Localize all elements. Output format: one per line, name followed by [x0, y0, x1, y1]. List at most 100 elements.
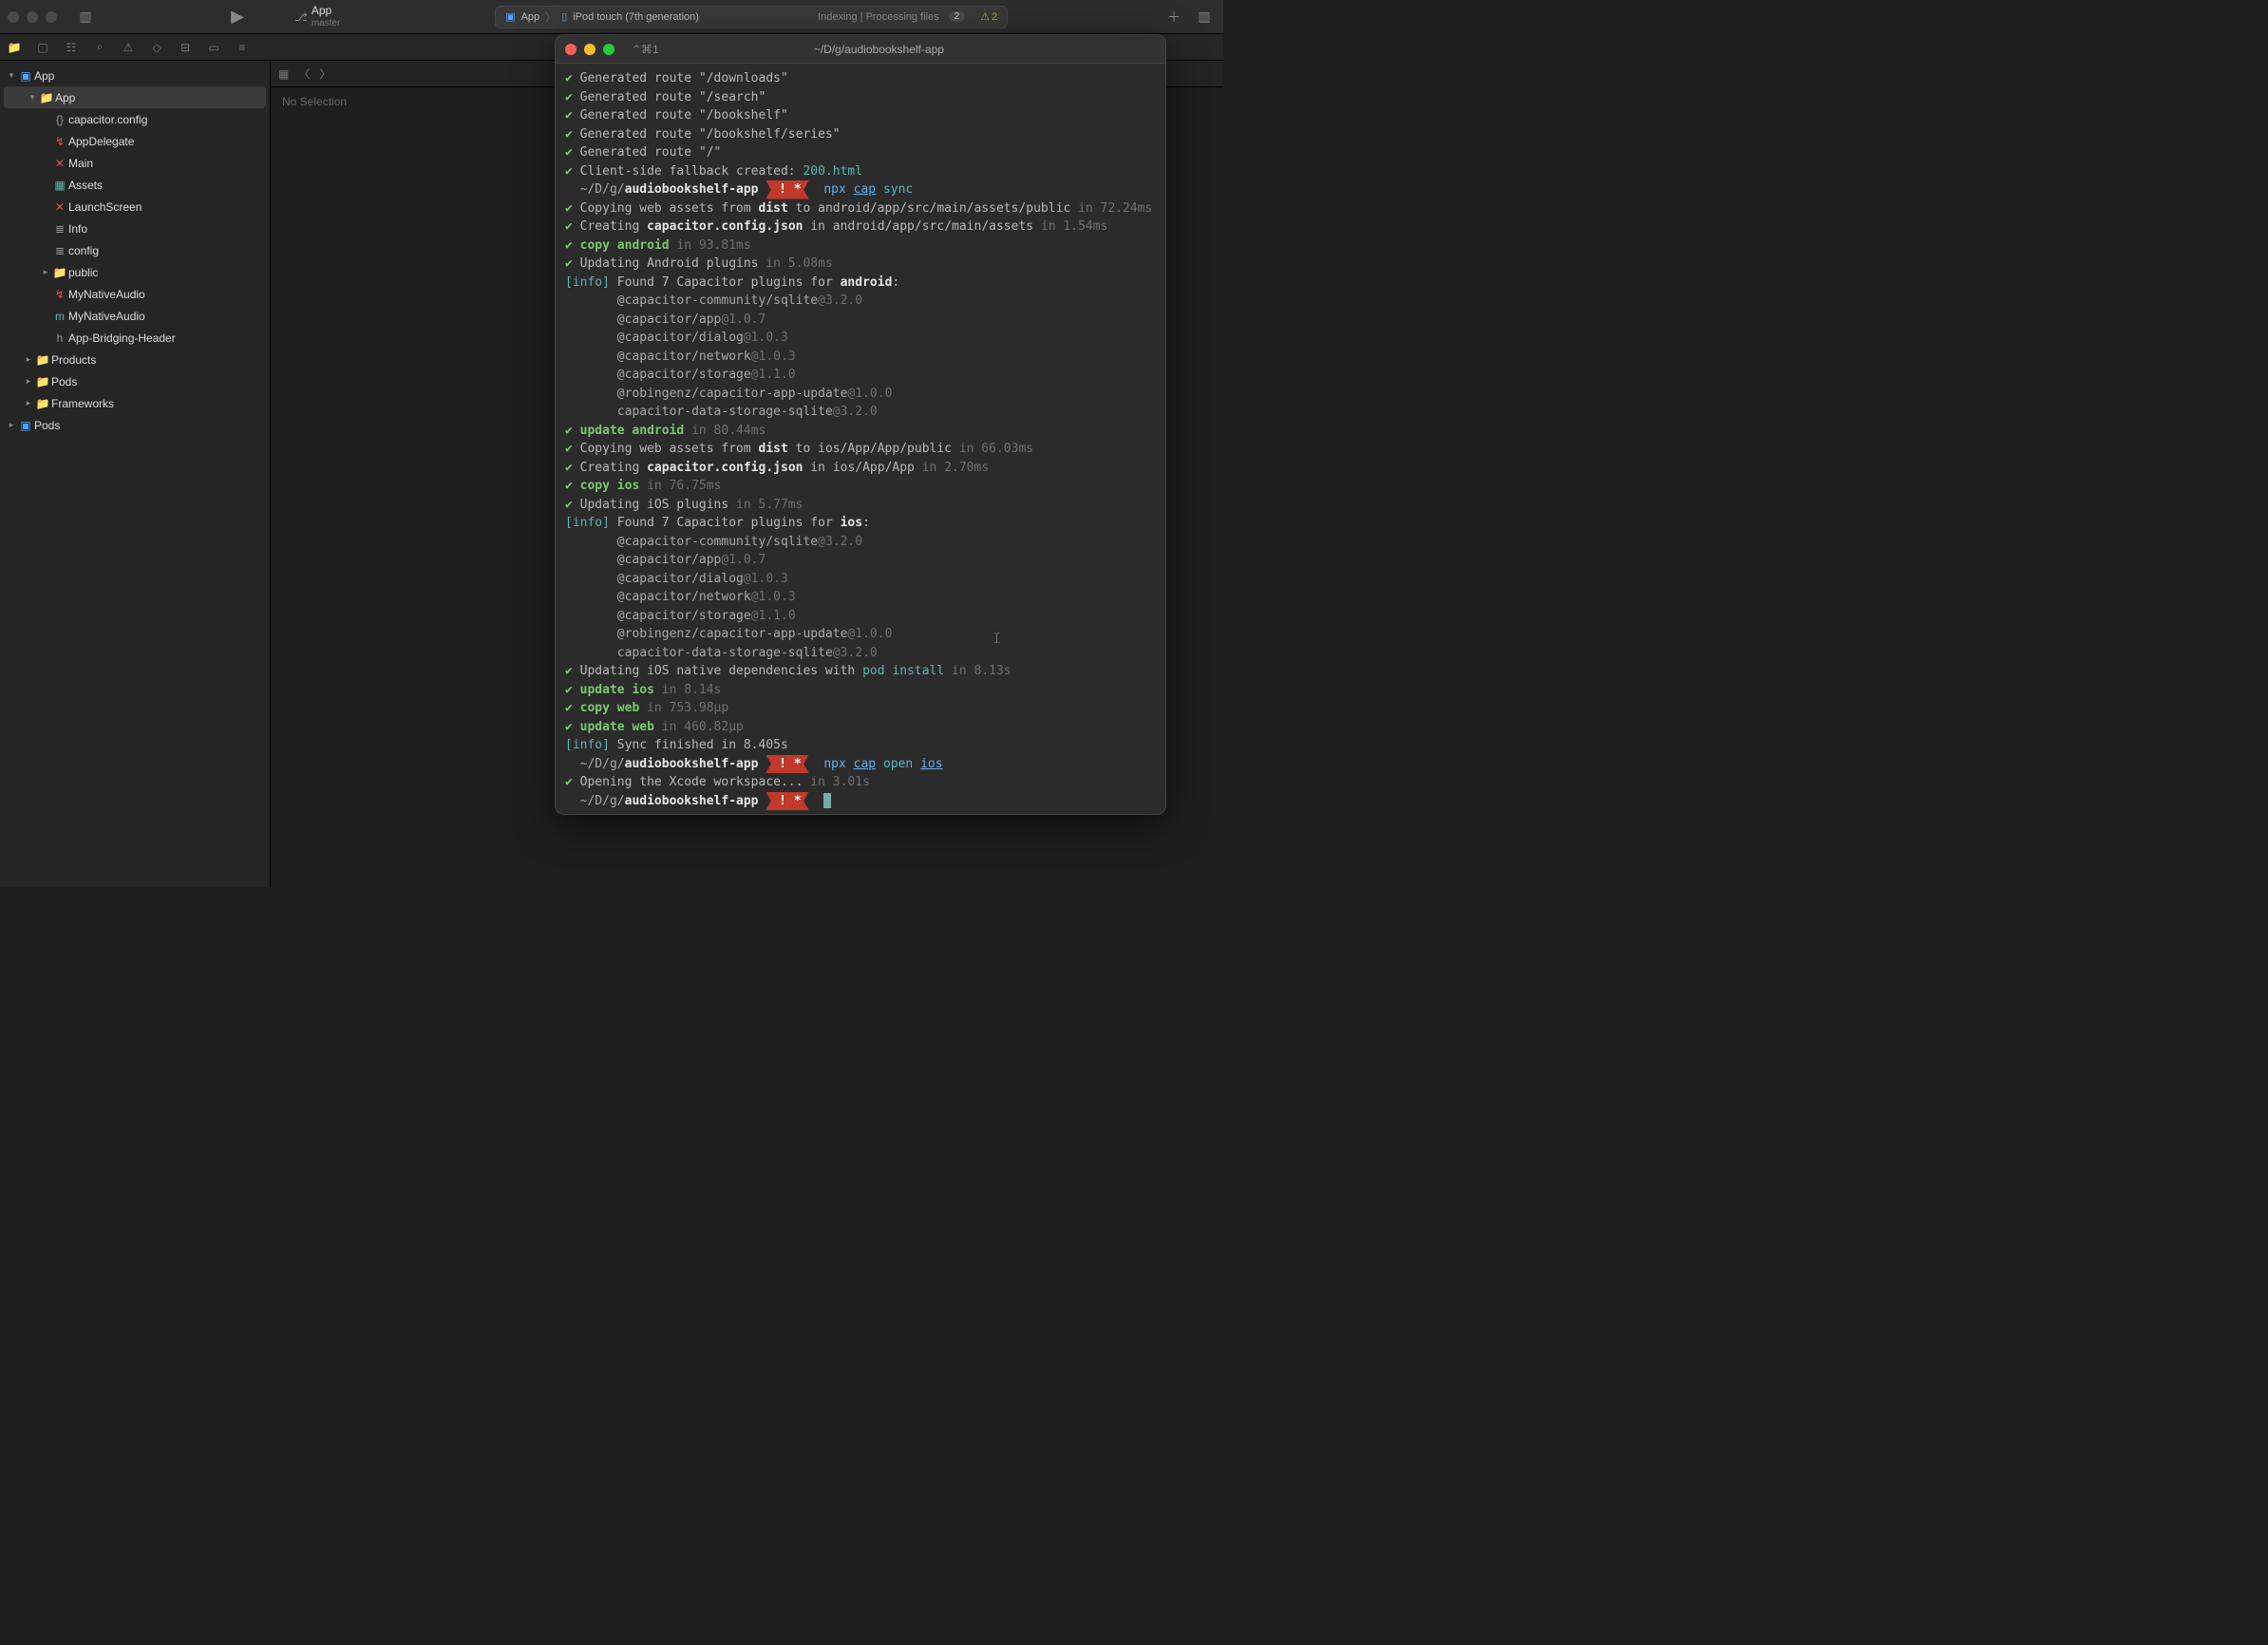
close-icon[interactable]: [8, 11, 19, 23]
tree-item-mynativeaudio[interactable]: mMyNativeAudio: [0, 305, 270, 327]
tree-item-assets[interactable]: ▦Assets: [0, 174, 270, 196]
file-icon: ✕: [51, 157, 68, 170]
file-icon: 📁: [34, 397, 51, 410]
terminal-titlebar[interactable]: ⌃⌘1 ~/D/g/audiobookshelf-app: [556, 35, 1165, 64]
square-icon[interactable]: ▢: [34, 41, 51, 54]
minimize-icon[interactable]: [27, 11, 38, 23]
device-icon: ▯: [561, 10, 567, 23]
file-icon: h: [51, 331, 68, 345]
file-icon: {}: [51, 113, 68, 126]
zoom-icon[interactable]: [603, 44, 614, 55]
hierarchy-icon[interactable]: ☷: [63, 41, 80, 54]
tree-label: Frameworks: [51, 397, 264, 410]
indexing-status: Indexing | Processing files: [818, 11, 939, 23]
tree-item-config[interactable]: ≣config: [0, 239, 270, 261]
disclosure-icon[interactable]: ▸: [23, 354, 34, 365]
disclosure-icon[interactable]: ▾: [27, 92, 38, 103]
run-button[interactable]: ▶: [226, 6, 249, 28]
tree-item-app-bridging-header[interactable]: hApp-Bridging-Header: [0, 327, 270, 349]
scheme-branch: master: [312, 18, 341, 28]
toggle-inspector-icon[interactable]: ▥: [1193, 6, 1216, 28]
project-navigator[interactable]: ▾▣App▾📁App{}capacitor.config↯AppDelegate…: [0, 61, 271, 887]
file-icon: 📁: [34, 353, 51, 367]
terminal-window[interactable]: ⌃⌘1 ~/D/g/audiobookshelf-app ✔ Generated…: [555, 34, 1166, 815]
debug-icon[interactable]: ⊟: [177, 41, 194, 54]
app-label: App: [521, 11, 540, 23]
file-icon: ✕: [51, 200, 68, 214]
tree-label: Products: [51, 353, 264, 367]
tree-label: App: [34, 69, 264, 83]
disclosure-icon[interactable]: ▸: [6, 420, 17, 430]
indexing-badge: 2: [949, 11, 966, 22]
back-button[interactable]: 〈: [298, 66, 310, 82]
folder-nav-icon[interactable]: 📁: [6, 41, 23, 54]
window-traffic-lights[interactable]: [8, 11, 57, 23]
tree-label: App-Bridging-Header: [68, 331, 264, 345]
tag-icon[interactable]: ◇: [148, 41, 165, 54]
terminal-title: ~/D/g/audiobookshelf-app: [659, 43, 1099, 56]
file-icon: ↯: [51, 135, 68, 148]
tree-label: Info: [68, 222, 264, 236]
tree-item-capacitor-config[interactable]: {}capacitor.config: [0, 108, 270, 130]
chevron-right-icon: 〉: [545, 9, 556, 25]
branch-icon: ⎇: [294, 10, 308, 24]
tree-item-launchscreen[interactable]: ✕LaunchScreen: [0, 196, 270, 217]
tree-label: AppDelegate: [68, 135, 264, 148]
tree-item-mynativeaudio[interactable]: ↯MyNativeAudio: [0, 283, 270, 305]
tree-label: MyNativeAudio: [68, 310, 264, 323]
file-icon: 📁: [51, 266, 68, 279]
file-icon: ▣: [17, 419, 34, 432]
zoom-icon[interactable]: [46, 11, 57, 23]
tree-label: App: [55, 91, 260, 104]
tree-item-products[interactable]: ▸📁Products: [0, 349, 270, 370]
tree-label: Pods: [51, 375, 264, 388]
tree-label: config: [68, 244, 264, 257]
tree-label: Pods: [34, 419, 264, 432]
tree-item-pods[interactable]: ▸📁Pods: [0, 370, 270, 392]
file-icon: ▣: [17, 69, 34, 83]
minimize-icon[interactable]: [584, 44, 595, 55]
terminal-shortcut: ⌃⌘1: [632, 43, 659, 56]
tree-item-pods[interactable]: ▸▣Pods: [0, 414, 270, 436]
warning-count[interactable]: ⚠ 2: [980, 10, 997, 23]
file-icon: m: [51, 310, 68, 323]
scheme-selector[interactable]: ⎇ App master: [294, 5, 340, 28]
tree-label: capacitor.config: [68, 113, 264, 126]
file-icon: ▦: [51, 179, 68, 192]
file-icon: 📁: [34, 375, 51, 388]
xcode-toolbar: ▥ ▶ ⎇ App master ▣ App 〉 ▯ iPod touch (7…: [0, 0, 1223, 34]
disclosure-icon[interactable]: ▸: [23, 398, 34, 408]
tree-label: LaunchScreen: [68, 200, 264, 214]
tree-item-main[interactable]: ✕Main: [0, 152, 270, 174]
breakpoint-icon[interactable]: ▭: [205, 41, 222, 54]
tree-item-app[interactable]: ▾▣App: [0, 65, 270, 86]
tree-label: public: [68, 266, 264, 279]
warning-icon[interactable]: ⚠: [120, 41, 137, 54]
tree-item-app[interactable]: ▾📁App: [4, 86, 266, 108]
file-icon: 📁: [38, 91, 55, 104]
grid-icon[interactable]: ▦: [278, 67, 289, 81]
app-icon: ▣: [505, 10, 515, 23]
tree-item-public[interactable]: ▸📁public: [0, 261, 270, 283]
forward-button[interactable]: 〉: [319, 66, 331, 82]
add-button[interactable]: ＋: [1162, 6, 1185, 28]
scheme-title: App: [312, 5, 341, 17]
tree-label: Main: [68, 157, 264, 170]
disclosure-icon[interactable]: ▸: [40, 267, 51, 277]
disclosure-icon[interactable]: ▾: [6, 70, 17, 81]
run-destination-pill[interactable]: ▣ App 〉 ▯ iPod touch (7th generation) In…: [495, 6, 1008, 28]
tree-item-appdelegate[interactable]: ↯AppDelegate: [0, 130, 270, 152]
file-icon: ≣: [51, 222, 68, 236]
file-icon: ↯: [51, 288, 68, 301]
terminal-output[interactable]: ✔ Generated route "/downloads" ✔ Generat…: [556, 64, 1165, 814]
tree-label: Assets: [68, 179, 264, 192]
toggle-navigator-icon[interactable]: ▥: [74, 6, 97, 28]
device-label: iPod touch (7th generation): [573, 11, 699, 23]
search-icon[interactable]: ⌕: [91, 40, 108, 54]
report-icon[interactable]: ≡: [234, 41, 251, 54]
disclosure-icon[interactable]: ▸: [23, 376, 34, 387]
tree-item-info[interactable]: ≣Info: [0, 217, 270, 239]
close-icon[interactable]: [565, 44, 576, 55]
file-icon: ≣: [51, 244, 68, 257]
tree-item-frameworks[interactable]: ▸📁Frameworks: [0, 392, 270, 414]
